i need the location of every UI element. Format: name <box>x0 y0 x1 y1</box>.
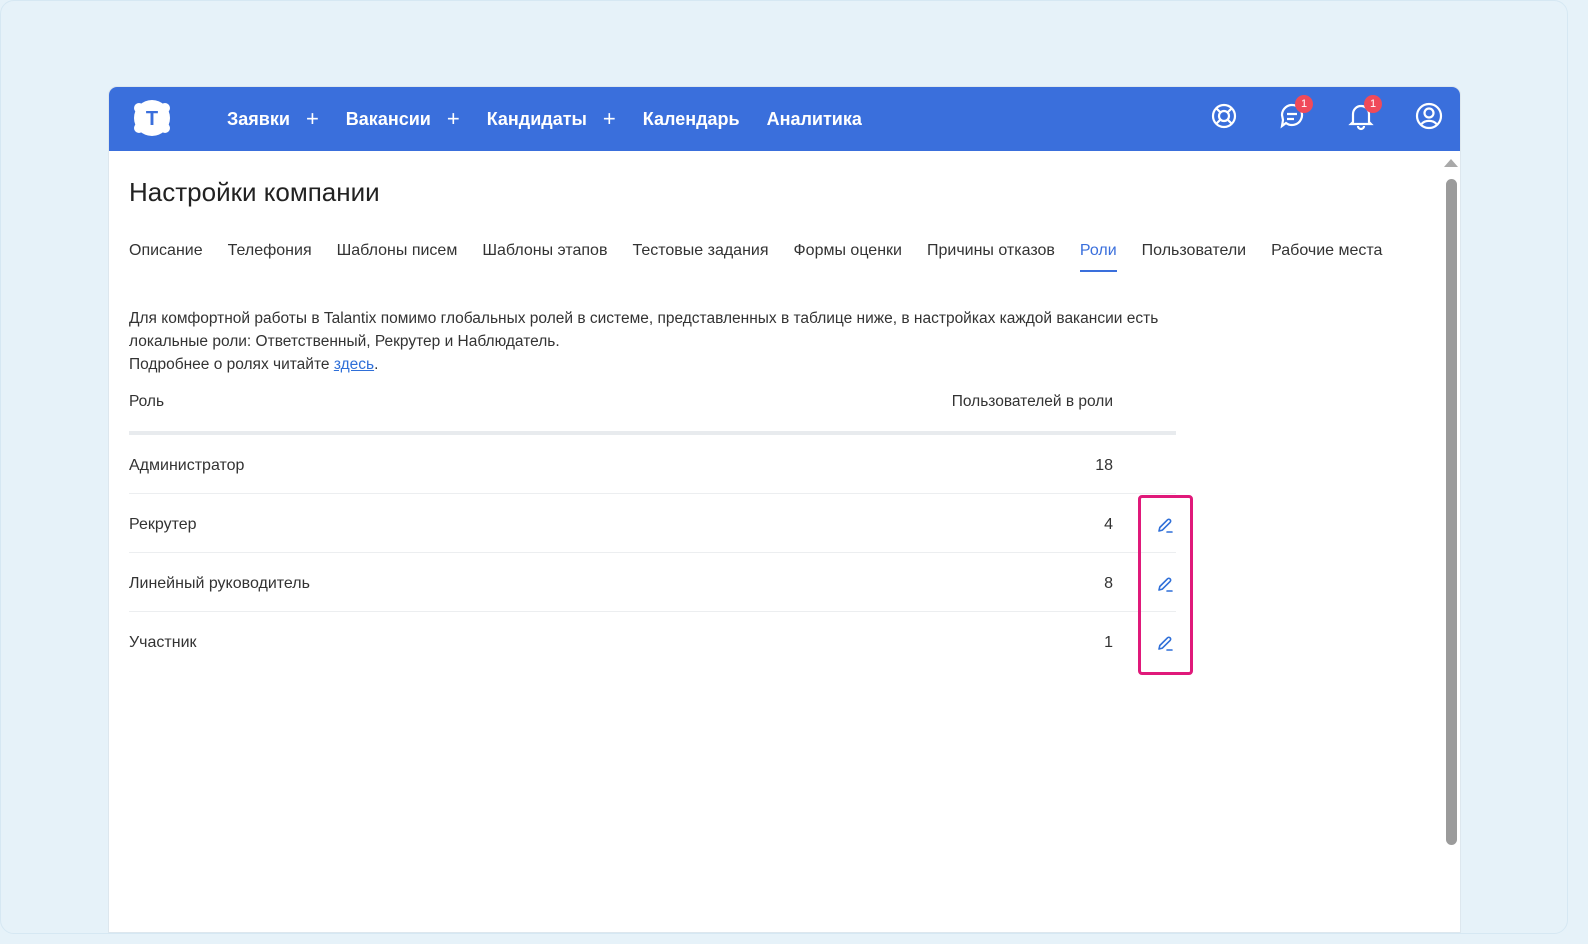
messages-badge: 1 <box>1295 95 1313 113</box>
lifebuoy-icon[interactable] <box>1209 101 1239 131</box>
role-name: Администратор <box>129 457 245 474</box>
vertical-scrollbar[interactable] <box>1442 151 1460 932</box>
tab-stage-templates[interactable]: Шаблоны этапов <box>482 242 607 272</box>
nav-item-requests[interactable]: Заявки + <box>227 108 319 130</box>
logo-icon[interactable]: T <box>131 97 173 139</box>
app-window: T Заявки + Вакансии + Кандидаты + Календ… <box>109 87 1460 932</box>
add-candidate-button[interactable]: + <box>603 108 616 130</box>
nav-item-label[interactable]: Кандидаты <box>487 109 587 130</box>
tab-email-templates[interactable]: Шаблоны писем <box>337 242 458 272</box>
roles-help-link[interactable]: здесь <box>334 356 374 373</box>
table-header: Роль Пользователей в роли <box>129 390 1176 435</box>
role-user-count: 1 <box>1104 634 1113 651</box>
intro-prefix: Подробнее о ролях читайте <box>129 356 334 373</box>
nav-item-label[interactable]: Заявки <box>227 109 290 130</box>
table-row: Администратор 18 <box>129 435 1176 494</box>
role-name: Рекрутер <box>129 516 197 533</box>
table-row: Линейный руководитель 8 <box>129 553 1176 612</box>
nav-item-analytics[interactable]: Аналитика <box>767 109 862 130</box>
scroll-up-arrow-icon[interactable] <box>1444 159 1458 167</box>
intro-line-2: Подробнее о ролях читайте здесь. <box>129 353 1189 376</box>
tab-rejection-reasons[interactable]: Причины отказов <box>927 242 1055 272</box>
add-request-button[interactable]: + <box>306 108 319 130</box>
intro-line-1: Для комфортной работы в Talantix помимо … <box>129 310 1159 350</box>
role-name: Участник <box>129 634 197 651</box>
tab-description[interactable]: Описание <box>129 242 203 272</box>
column-header-user-count: Пользователей в роли <box>951 393 1113 410</box>
scrollbar-thumb[interactable] <box>1446 179 1457 845</box>
user-icon[interactable] <box>1414 101 1444 131</box>
chat-icon[interactable]: 1 <box>1277 95 1313 131</box>
role-user-count: 8 <box>1104 575 1113 592</box>
bell-icon[interactable]: 1 <box>1346 95 1382 131</box>
add-vacancy-button[interactable]: + <box>447 108 460 130</box>
notifications-badge: 1 <box>1364 95 1382 113</box>
tab-workplaces[interactable]: Рабочие места <box>1271 242 1382 272</box>
role-user-count: 18 <box>1095 457 1113 474</box>
roles-table: Роль Пользователей в роли Администратор … <box>129 390 1176 671</box>
nav-item-label[interactable]: Аналитика <box>767 109 862 130</box>
intro-suffix: . <box>374 356 379 373</box>
tab-users[interactable]: Пользователи <box>1142 242 1246 272</box>
role-user-count: 4 <box>1104 516 1113 533</box>
top-navigation-bar: T Заявки + Вакансии + Кандидаты + Календ… <box>109 87 1460 151</box>
page-title: Настройки компании <box>129 177 380 207</box>
settings-tabs: Описание Телефония Шаблоны писем Шаблоны… <box>129 242 1407 272</box>
nav-item-label[interactable]: Вакансии <box>346 109 431 130</box>
main-nav: Заявки + Вакансии + Кандидаты + Календар… <box>227 87 889 151</box>
role-name: Линейный руководитель <box>129 575 310 592</box>
roles-intro-text: Для комфортной работы в Talantix помимо … <box>129 307 1189 376</box>
table-row: Рекрутер 4 <box>129 494 1176 553</box>
nav-item-vacancies[interactable]: Вакансии + <box>346 108 460 130</box>
nav-item-candidates[interactable]: Кандидаты + <box>487 108 616 130</box>
tab-test-tasks[interactable]: Тестовые задания <box>632 242 768 272</box>
nav-item-label[interactable]: Календарь <box>643 109 740 130</box>
edit-buttons-highlight <box>1138 495 1193 675</box>
tab-evaluation-forms[interactable]: Формы оценки <box>794 242 902 272</box>
table-row: Участник 1 <box>129 612 1176 671</box>
column-header-role: Роль <box>129 393 165 410</box>
tab-telephony[interactable]: Телефония <box>228 242 312 272</box>
logo-letter: T <box>146 108 158 130</box>
tab-roles[interactable]: Роли <box>1079 242 1117 272</box>
nav-item-calendar[interactable]: Календарь <box>643 109 740 130</box>
